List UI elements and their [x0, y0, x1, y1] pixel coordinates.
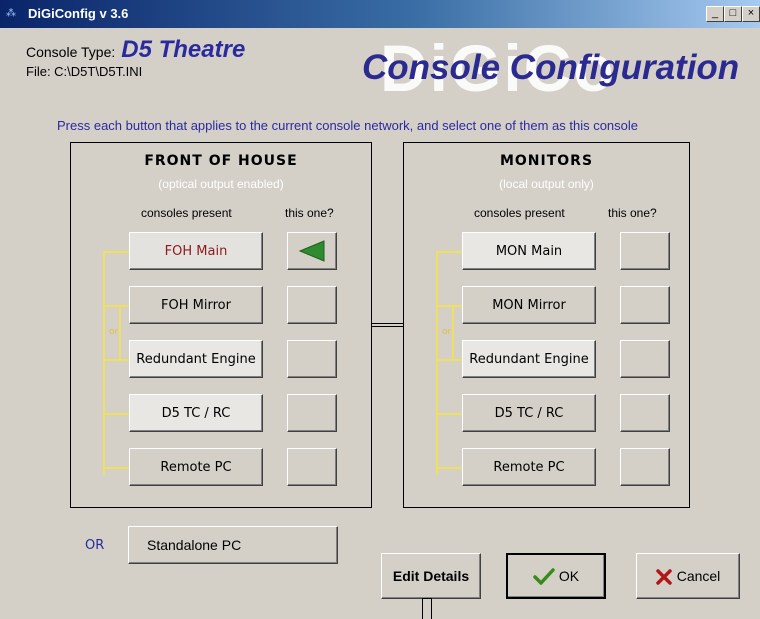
mon-link-line	[436, 251, 462, 253]
foh-col-present: consoles present	[141, 206, 232, 220]
edit-details-connector	[422, 598, 432, 619]
mon-main-button[interactable]: MON Main	[462, 232, 596, 270]
mon-main-this-one-button[interactable]	[620, 232, 670, 270]
foh-link-line	[103, 251, 105, 475]
mon-subtitle: (local output only)	[499, 177, 594, 191]
console-type-label: Console Type:	[26, 44, 116, 60]
mon-mirror-this-one-button[interactable]	[620, 286, 670, 324]
window-title: DiGiConfig v 3.6	[28, 6, 129, 21]
cancel-label: Cancel	[676, 568, 721, 584]
foh-redundant-this-one-button[interactable]	[287, 340, 337, 378]
cancel-x-icon	[655, 569, 672, 586]
close-button[interactable]: ×	[742, 6, 760, 22]
foh-col-this: this one?	[285, 206, 334, 220]
file-path: File: C:\D5T\D5T.INI	[26, 64, 143, 79]
maximize-button[interactable]: □	[724, 6, 742, 22]
minimize-button[interactable]: _	[706, 6, 724, 22]
foh-title: FRONT OF HOUSE	[144, 153, 298, 169]
foh-mirror-this-one-button[interactable]	[287, 286, 337, 324]
foh-link-line	[103, 305, 129, 307]
title-bar[interactable]: ⁂ DiGiConfig v 3.6 _ □ ×	[0, 0, 760, 28]
mon-mirror-button[interactable]: MON Mirror	[462, 286, 596, 324]
mon-link-line	[436, 305, 462, 307]
mon-col-this: this one?	[608, 206, 657, 220]
foh-link-line	[103, 413, 129, 415]
instruction-text: Press each button that applies to the cu…	[57, 118, 639, 133]
foh-main-this-one-button[interactable]	[287, 232, 337, 270]
mon-d5-tc-rc-button[interactable]: D5 TC / RC	[462, 394, 596, 432]
checkmark-icon	[533, 568, 555, 586]
mon-link-line	[436, 359, 462, 361]
console-type: Console Type: D5 Theatre	[26, 36, 245, 64]
edit-details-button[interactable]: Edit Details	[381, 553, 481, 599]
foh-group: FRONT OF HOUSE (optical output enabled) …	[70, 142, 372, 508]
foh-redundant-engine-button[interactable]: Redundant Engine	[129, 340, 263, 378]
foh-or-label: or	[109, 327, 119, 337]
ok-label: OK	[558, 568, 580, 584]
foh-remote-pc-button[interactable]: Remote PC	[129, 448, 263, 486]
selected-arrow-icon	[298, 240, 325, 262]
mon-remote-pc-button[interactable]: Remote PC	[462, 448, 596, 486]
mon-col-present: consoles present	[474, 206, 565, 220]
main-window: ⁂ DiGiConfig v 3.6 _ □ × Console Type: D5…	[0, 0, 760, 619]
mon-remote-pc-this-one-button[interactable]	[620, 448, 670, 486]
foh-subtitle: (optical output enabled)	[158, 177, 284, 191]
standalone-pc-button[interactable]: Standalone PC	[128, 526, 338, 564]
foh-mirror-link	[119, 305, 121, 359]
brand-title: Console Configuration	[362, 48, 740, 87]
foh-d5-tc-rc-this-one-button[interactable]	[287, 394, 337, 432]
foh-link-line	[103, 359, 129, 361]
mon-redundant-this-one-button[interactable]	[620, 340, 670, 378]
mon-title: MONITORS	[499, 153, 594, 169]
foh-remote-pc-this-one-button[interactable]	[287, 448, 337, 486]
mon-link-line	[436, 413, 462, 415]
cancel-button[interactable]: Cancel	[636, 553, 740, 599]
mon-mirror-link	[452, 305, 454, 359]
mon-redundant-engine-button[interactable]: Redundant Engine	[462, 340, 596, 378]
foh-link-line	[103, 467, 129, 469]
foh-link-line	[103, 251, 129, 253]
ok-button[interactable]: OK	[506, 553, 606, 599]
mon-d5-tc-rc-this-one-button[interactable]	[620, 394, 670, 432]
app-icon: ⁂	[6, 8, 16, 19]
console-type-value: D5 Theatre	[121, 36, 246, 63]
group-connector	[371, 323, 403, 327]
foh-main-button[interactable]: FOH Main	[129, 232, 263, 270]
foh-mirror-button[interactable]: FOH Mirror	[129, 286, 263, 324]
mon-link-line	[436, 467, 462, 469]
mon-link-line	[436, 251, 438, 475]
mon-or-label: or	[442, 327, 452, 337]
standalone-or-label: OR	[85, 538, 105, 553]
foh-d5-tc-rc-button[interactable]: D5 TC / RC	[129, 394, 263, 432]
mon-group: MONITORS (local output only) consoles pr…	[403, 142, 690, 508]
